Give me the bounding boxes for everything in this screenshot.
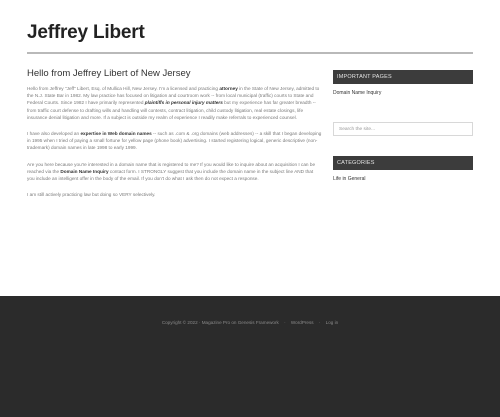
p2-bold-expertise: expertise in Web domain names: [80, 131, 152, 137]
search-placeholder: Search the site...: [339, 126, 375, 132]
header-divider: [27, 52, 473, 54]
sidebar-link-domain-inquiry[interactable]: Domain Name Inquiry: [333, 84, 473, 96]
footer-wordpress-link[interactable]: WordPress: [291, 320, 314, 325]
post-paragraph-4: I am still actively practicing law but d…: [27, 192, 156, 198]
p2-text-a: I have also developed an: [27, 131, 81, 137]
sidebar: IMPORTANT PAGES Domain Name Inquiry Sear…: [333, 70, 473, 182]
p1-text-a: Hello from Jeffrey "Jeff" Libert, Esq. o…: [27, 86, 220, 91]
categories-title: CATEGORIES: [333, 156, 473, 170]
p1-bold-plaintiffs: plaintiffs in personal injury matters: [144, 100, 223, 106]
site-footer: Copyright © 2022 · Magazine Pro on Genes…: [0, 296, 500, 417]
important-pages-title: IMPORTANT PAGES: [333, 70, 473, 84]
post: Hello from Jeffrey Libert of New Jersey …: [27, 68, 322, 198]
post-title: Hello from Jeffrey Libert of New Jersey: [27, 68, 191, 79]
post-paragraph-1: Hello from Jeffrey "Jeff" Libert, Esq. o…: [27, 85, 322, 121]
domain-inquiry-link[interactable]: Domain Name Inquiry: [60, 169, 108, 174]
search-input[interactable]: Search the site...: [333, 122, 473, 136]
sidebar-link-life-in-general[interactable]: Life in General: [333, 170, 473, 182]
footer-separator-2: ·: [318, 320, 321, 325]
main-content: Hello from Jeffrey Libert of New Jersey …: [27, 68, 322, 207]
categories-widget: CATEGORIES Life in General: [333, 156, 473, 182]
post-paragraph-2: I have also developed an expertise in We…: [27, 130, 322, 152]
site-title[interactable]: Jeffrey Libert: [27, 22, 145, 44]
footer-copyright: Copyright © 2022 · Magazine Pro on Genes…: [161, 320, 279, 325]
p1-bold-attorney: attorney: [219, 86, 238, 91]
footer-login-link[interactable]: Log in: [326, 320, 339, 325]
footer-separator-1: ·: [284, 320, 286, 325]
footer-text: Copyright © 2022 · Magazine Pro on Genes…: [0, 320, 500, 325]
post-paragraph-3: Are you here because you're interested i…: [27, 161, 322, 183]
